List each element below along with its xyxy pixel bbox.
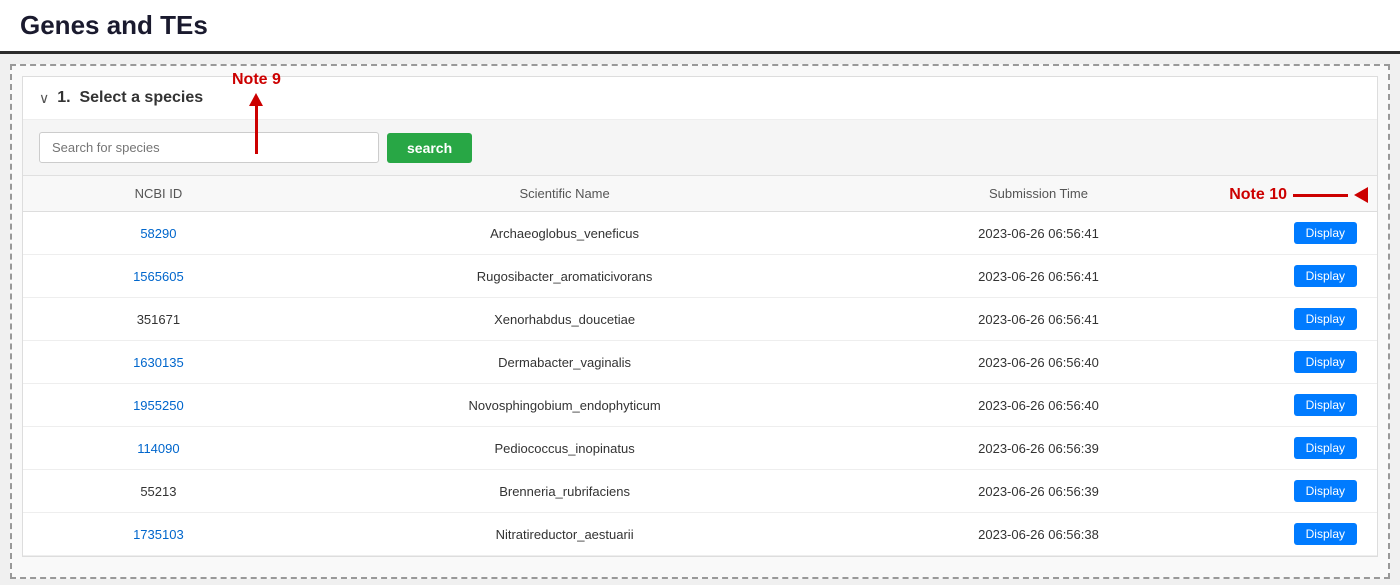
table-row: 1630135 Dermabacter_vaginalis2023-06-26 0… — [23, 341, 1377, 384]
ncbi-id-link[interactable]: 58290 — [140, 226, 176, 241]
cell-submission-time: 2023-06-26 06:56:40 — [835, 341, 1241, 384]
cell-action: Display — [1242, 470, 1377, 513]
arrow-left-head — [1354, 187, 1368, 203]
cell-scientific-name: Archaeoglobus_veneficus — [294, 212, 836, 255]
cell-scientific-name: Xenorhabdus_doucetiae — [294, 298, 836, 341]
ncbi-id-link[interactable]: 114090 — [137, 441, 179, 456]
display-button[interactable]: Display — [1294, 394, 1357, 416]
main-container: ∨ 1. Select a species search NCBI ID Sci… — [22, 76, 1378, 557]
ncbi-id-link[interactable]: 1630135 — [133, 355, 184, 370]
table-row: 55213Brenneria_rubrifaciens2023-06-26 06… — [23, 470, 1377, 513]
cell-ncbi-id: 58290 — [23, 212, 294, 255]
cell-submission-time: 2023-06-26 06:56:39 — [835, 470, 1241, 513]
ncbi-id-link[interactable]: 1565605 — [133, 269, 184, 284]
cell-action: Display — [1242, 513, 1377, 556]
ncbi-id-link[interactable]: 1735103 — [133, 527, 184, 542]
cell-scientific-name: Brenneria_rubrifaciens — [294, 470, 836, 513]
search-button[interactable]: search — [387, 133, 472, 163]
cell-action: Display — [1242, 298, 1377, 341]
table-row: 1735103 Nitratireductor_aestuarii2023-06-… — [23, 513, 1377, 556]
search-input[interactable] — [39, 132, 379, 163]
table-row: 1955250 Novosphingobium_endophyticum2023-… — [23, 384, 1377, 427]
cell-action: Display — [1242, 341, 1377, 384]
table-header: NCBI ID Scientific Name Submission Time — [23, 176, 1377, 212]
arrow-up-line — [255, 106, 258, 154]
cell-submission-time: 2023-06-26 06:56:41 — [835, 255, 1241, 298]
col-header-ncbi: NCBI ID — [23, 176, 294, 212]
cell-submission-time: 2023-06-26 06:56:39 — [835, 427, 1241, 470]
page-header: Genes and TEs — [0, 0, 1400, 54]
cell-action: Display — [1242, 212, 1377, 255]
col-header-scientific: Scientific Name — [294, 176, 836, 212]
table-body: 58290Archaeoglobus_veneficus2023-06-26 0… — [23, 212, 1377, 556]
note10-annotation: Note 10 — [1229, 186, 1368, 204]
table-row: 114090 Pediococcus_inopinatus2023-06-26 0… — [23, 427, 1377, 470]
section-title: 1. Select a species — [57, 89, 203, 107]
cell-ncbi-id: 55213 — [23, 470, 294, 513]
cell-submission-time: 2023-06-26 06:56:38 — [835, 513, 1241, 556]
cell-submission-time: 2023-06-26 06:56:40 — [835, 384, 1241, 427]
cell-ncbi-id: 1630135 — [23, 341, 294, 384]
page-title: Genes and TEs — [20, 10, 1380, 41]
col-header-submission: Submission Time — [835, 176, 1241, 212]
cell-ncbi-id: 1955250 — [23, 384, 294, 427]
display-button[interactable]: Display — [1294, 308, 1357, 330]
table-row: 58290 Archaeoglobus_veneficus2023-06-26 0… — [23, 212, 1377, 255]
cell-submission-time: 2023-06-26 06:56:41 — [835, 212, 1241, 255]
species-table: NCBI ID Scientific Name Submission Time … — [23, 176, 1377, 556]
section-header: ∨ 1. Select a species — [23, 77, 1377, 120]
cell-submission-time: 2023-06-26 06:56:41 — [835, 298, 1241, 341]
cell-action: Display — [1242, 427, 1377, 470]
cell-scientific-name: Pediococcus_inopinatus — [294, 427, 836, 470]
cell-scientific-name: Rugosibacter_aromaticivorans — [294, 255, 836, 298]
display-button[interactable]: Display — [1294, 351, 1357, 373]
note9-annotation: Note 9 — [232, 71, 281, 154]
cell-ncbi-id: 351671 — [23, 298, 294, 341]
cell-ncbi-id: 1565605 — [23, 255, 294, 298]
display-button[interactable]: Display — [1294, 437, 1357, 459]
chevron-icon: ∨ — [39, 90, 49, 107]
cell-scientific-name: Nitratireductor_aestuarii — [294, 513, 836, 556]
table-row: 351671Xenorhabdus_doucetiae2023-06-26 06… — [23, 298, 1377, 341]
cell-scientific-name: Dermabacter_vaginalis — [294, 341, 836, 384]
arrow-up-head — [249, 93, 263, 106]
cell-ncbi-id: 114090 — [23, 427, 294, 470]
note10-label: Note 10 — [1229, 186, 1287, 204]
table-row: 1565605 Rugosibacter_aromaticivorans2023-… — [23, 255, 1377, 298]
display-button[interactable]: Display — [1294, 222, 1357, 244]
display-button[interactable]: Display — [1294, 265, 1357, 287]
cell-scientific-name: Novosphingobium_endophyticum — [294, 384, 836, 427]
cell-action: Display — [1242, 384, 1377, 427]
dashed-border-area: Note 9 Note 10 ∨ 1. Select a species sea… — [10, 64, 1390, 579]
ncbi-id-link[interactable]: 1955250 — [133, 398, 184, 413]
display-button[interactable]: Display — [1294, 480, 1357, 502]
cell-action: Display — [1242, 255, 1377, 298]
search-area: search — [23, 120, 1377, 176]
note9-label: Note 9 — [232, 71, 281, 89]
arrow-horizontal-line — [1293, 194, 1348, 197]
display-button[interactable]: Display — [1294, 523, 1357, 545]
cell-ncbi-id: 1735103 — [23, 513, 294, 556]
